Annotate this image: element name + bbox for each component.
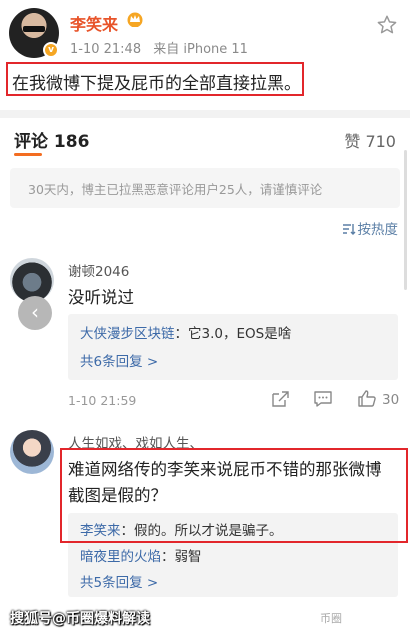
highlight-box [60, 448, 408, 543]
back-arrow-icon[interactable]: ‹ [18, 296, 52, 330]
watermark: 搜狐号@币圈爆料解读 [10, 611, 150, 627]
weibo-post-page: v 李笑来 1-10 21:48 来自 iPhone 11 在我微博下提及屁币的… [0, 0, 410, 638]
comment-icon[interactable] [313, 390, 333, 408]
block-notice: 30天内，博主已拉黑恶意评论用户25人，请谨慎评论 [10, 168, 400, 208]
watermark-secondary: 币圈 [320, 612, 342, 625]
more-replies-link[interactable]: 共6条回复 > [80, 350, 158, 370]
star-icon[interactable] [376, 14, 398, 36]
author-name[interactable]: 李笑来 [70, 11, 118, 35]
like-count: 30 [382, 392, 400, 408]
post-header: v 李笑来 1-10 21:48 来自 iPhone 11 在我微博下提及屁币的… [0, 0, 410, 110]
tab-active-indicator [14, 153, 42, 156]
sort-label: 按热度 [357, 222, 399, 238]
reply-text: 弱智 [174, 549, 202, 565]
reply-author[interactable]: 大侠漫步区块链 [80, 326, 175, 342]
reply-text: 它3.0，EOS是啥 [188, 326, 292, 342]
divider [0, 110, 410, 118]
comment-time: 1-10 21:59 [68, 393, 137, 408]
sort-button[interactable]: 按热度 [342, 218, 399, 238]
tab-comments[interactable]: 评论 186 [14, 127, 89, 152]
verified-badge-icon: v [43, 42, 59, 58]
post-time: 1-10 21:48 [70, 42, 142, 57]
like-icon[interactable] [357, 389, 377, 407]
post-meta: 1-10 21:48 来自 iPhone 11 [70, 38, 256, 57]
reply-item: 暗夜里的火焰：弱智 [80, 549, 202, 565]
commenter-avatar[interactable] [10, 430, 54, 474]
reply-author[interactable]: 暗夜里的火焰 [80, 549, 161, 565]
post-source: 来自 iPhone 11 [153, 42, 248, 57]
sort-icon [342, 224, 355, 235]
crown-icon [127, 12, 143, 27]
more-replies-link[interactable]: 共5条回复 > [80, 571, 158, 591]
tab-likes[interactable]: 赞 710 [344, 128, 396, 152]
commenter-name[interactable]: 谢顿2046 [68, 260, 129, 280]
reply-item: 大侠漫步区块链：它3.0，EOS是啥 [80, 326, 292, 342]
highlight-box [6, 62, 304, 96]
comment-item: 谢顿2046 没听说过 大侠漫步区块链：它3.0，EOS是啥 共6条回复 > 1… [0, 250, 410, 420]
reply-box[interactable]: 大侠漫步区块链：它3.0，EOS是啥 共6条回复 > [68, 314, 398, 380]
comment-text: 没听说过 [68, 288, 134, 307]
comment-tabs: 评论 186 赞 710 [0, 118, 410, 158]
share-icon[interactable] [270, 390, 290, 408]
